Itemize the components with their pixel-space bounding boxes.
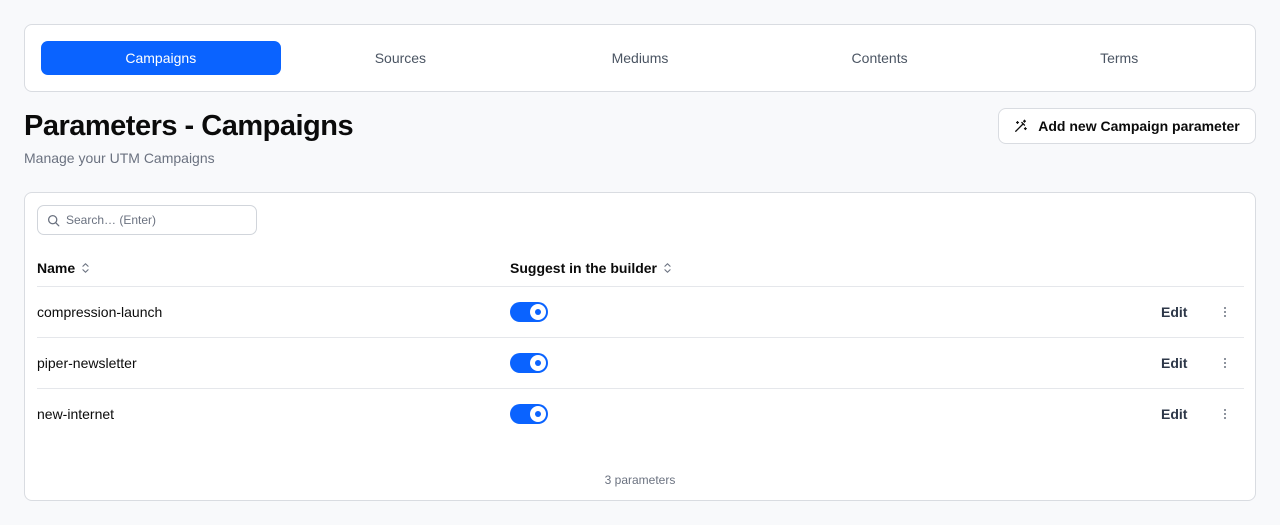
- tab-mediums[interactable]: Mediums: [520, 41, 760, 75]
- suggest-toggle[interactable]: [510, 302, 548, 322]
- row-name: compression-launch: [37, 304, 163, 320]
- edit-button[interactable]: Edit: [1161, 406, 1187, 422]
- tab-sources[interactable]: Sources: [281, 41, 521, 75]
- edit-button[interactable]: Edit: [1161, 304, 1187, 320]
- tab-bar: Campaigns Sources Mediums Contents Terms: [24, 24, 1256, 92]
- column-header-name[interactable]: Name: [37, 260, 90, 276]
- row-name: new-internet: [37, 406, 115, 422]
- search-icon: [47, 214, 60, 226]
- page-title: Parameters - Campaigns: [24, 110, 354, 142]
- search-box[interactable]: [37, 205, 257, 235]
- more-options-icon[interactable]: [1217, 303, 1233, 321]
- row-name: piper-newsletter: [37, 355, 137, 371]
- parameters-card: Name Suggest in the builder compression-…: [24, 192, 1256, 501]
- magic-wand-icon: [1015, 119, 1028, 132]
- parameter-count: 3 parameters: [604, 473, 676, 487]
- edit-button[interactable]: Edit: [1161, 355, 1187, 371]
- table-row: new-internet Edit: [37, 388, 1244, 439]
- toggle-knob: [530, 355, 546, 371]
- search-input[interactable]: [66, 213, 246, 227]
- toggle-knob: [530, 304, 546, 320]
- table-row: piper-newsletter Edit: [37, 337, 1244, 388]
- suggest-toggle[interactable]: [510, 353, 548, 373]
- suggest-toggle[interactable]: [510, 404, 548, 424]
- add-button-label: Add new Campaign parameter: [1038, 118, 1240, 134]
- sort-icon: [664, 263, 671, 273]
- column-header-suggest-label: Suggest in the builder: [510, 260, 658, 276]
- tab-terms[interactable]: Terms: [999, 41, 1239, 75]
- tab-campaigns[interactable]: Campaigns: [41, 41, 281, 75]
- sort-icon: [82, 263, 89, 273]
- tab-contents[interactable]: Contents: [760, 41, 1000, 75]
- column-header-name-label: Name: [37, 260, 76, 276]
- table-row: compression-launch Edit: [37, 286, 1244, 337]
- more-options-icon[interactable]: [1217, 354, 1233, 372]
- more-options-icon[interactable]: [1217, 405, 1233, 423]
- add-campaign-parameter-button[interactable]: Add new Campaign parameter: [998, 108, 1256, 144]
- table-body: compression-launch Edit piper-newsletter…: [37, 286, 1244, 439]
- column-header-suggest[interactable]: Suggest in the builder: [510, 260, 672, 276]
- page-subtitle: Manage your UTM Campaigns: [24, 150, 215, 166]
- toggle-knob: [530, 406, 546, 422]
